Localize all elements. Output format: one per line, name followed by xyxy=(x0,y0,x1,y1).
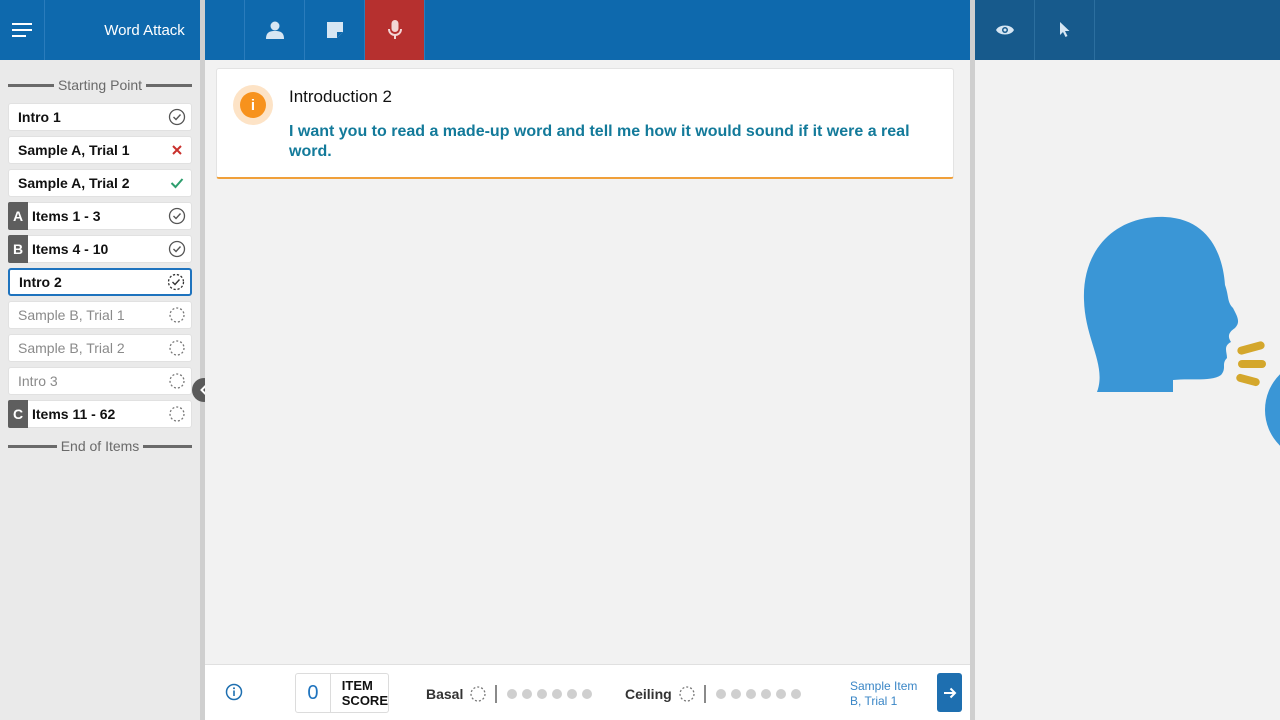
sidebar-item-label: Intro 1 xyxy=(18,109,61,125)
sidebar-item-items-1-3[interactable]: A Items 1 - 3 xyxy=(8,202,192,230)
info-circle-icon xyxy=(225,683,243,701)
instruction-title: Introduction 2 xyxy=(289,87,393,106)
note-icon xyxy=(326,22,343,38)
sidebar-item-label: Items 1 - 3 xyxy=(32,208,101,224)
block-badge: C xyxy=(8,400,28,428)
notes-button[interactable] xyxy=(305,0,365,60)
pending-circle-icon xyxy=(169,373,185,389)
sidebar-item-intro-3[interactable]: Intro 3 xyxy=(8,367,192,395)
record-button[interactable] xyxy=(365,0,425,60)
person-icon xyxy=(265,21,284,39)
hamburger-icon xyxy=(12,23,32,37)
basal-indicator: Basal xyxy=(426,685,593,703)
microphone-icon xyxy=(387,20,402,39)
examinee-view xyxy=(975,60,1280,720)
next-item-label-line: Sample Item xyxy=(850,679,918,693)
cursor-icon xyxy=(1059,22,1069,37)
ceiling-dots xyxy=(715,689,801,699)
sidebar-item-sample-a-trial-1[interactable]: Sample A, Trial 1 xyxy=(8,136,192,164)
instruction-text: I want you to read a made-up word and te… xyxy=(289,123,910,160)
in-progress-check-icon xyxy=(167,273,185,291)
ceiling-indicator: Ceiling xyxy=(625,685,801,703)
sidebar-item-label: Intro 2 xyxy=(19,274,62,290)
info-icon: i xyxy=(233,85,273,125)
checkmark-icon xyxy=(170,178,184,189)
sidebar-item-sample-a-trial-2[interactable]: Sample A, Trial 2 xyxy=(8,169,192,197)
item-score-label: SCORE xyxy=(341,693,388,708)
block-badge: A xyxy=(8,202,28,230)
sidebar-item-sample-b-trial-2[interactable]: Sample B, Trial 2 xyxy=(8,334,192,362)
item-score-label: ITEM xyxy=(341,678,373,693)
sidebar-item-label: Sample B, Trial 1 xyxy=(18,307,125,323)
basal-status-icon xyxy=(470,686,487,702)
sidebar-item-sample-b-trial-1[interactable]: Sample B, Trial 1 xyxy=(8,301,192,329)
item-score-box[interactable]: 0 ITEM SCORE xyxy=(295,673,389,713)
sidebar-item-label: Items 4 - 10 xyxy=(32,241,109,257)
sidebar-item-label: Items 11 - 62 xyxy=(32,406,116,422)
info-button[interactable] xyxy=(225,683,243,706)
top-bar: Word Attack xyxy=(0,0,1280,60)
starting-point-label: Starting Point xyxy=(57,77,143,93)
arrow-right-icon xyxy=(943,687,956,698)
block-badge: B xyxy=(8,235,28,263)
sidebar-item-label: Sample A, Trial 2 xyxy=(18,175,130,191)
check-circle-icon xyxy=(168,108,186,126)
x-mark-icon xyxy=(172,145,182,155)
next-item-label-line: B, Trial 1 xyxy=(850,694,898,708)
app-title: Word Attack xyxy=(45,0,245,60)
next-item-label: Sample Item B, Trial 1 xyxy=(850,679,917,709)
eye-icon xyxy=(995,25,1014,35)
sidebar-item-items-4-10[interactable]: B Items 4 - 10 xyxy=(8,235,192,263)
end-of-items-label: End of Items xyxy=(60,438,140,454)
sidebar-item-label: Sample B, Trial 2 xyxy=(18,340,125,356)
sidebar-item-items-11-62[interactable]: C Items 11 - 62 xyxy=(8,400,192,428)
pending-circle-icon xyxy=(169,406,185,422)
check-circle-icon xyxy=(168,207,186,225)
sidebar-item-intro-1[interactable]: Intro 1 xyxy=(8,103,192,131)
item-sidebar: Starting Point Intro 1 Sample A, Trial 1… xyxy=(0,60,200,720)
check-circle-icon xyxy=(168,240,186,258)
ceiling-label: Ceiling xyxy=(625,686,672,702)
menu-button[interactable] xyxy=(0,0,45,60)
pending-circle-icon xyxy=(169,340,185,356)
view-button[interactable] xyxy=(975,0,1035,60)
sidebar-item-label: Sample A, Trial 1 xyxy=(18,142,130,158)
basal-dots xyxy=(507,689,593,699)
basal-label: Basal xyxy=(426,686,464,702)
speaking-head-illustration xyxy=(1083,216,1280,446)
instruction-card: i Introduction 2 I want you to read a ma… xyxy=(216,68,954,179)
scoring-footer: 0 ITEM SCORE Basal Ceiling Sample Item B… xyxy=(205,664,970,720)
sidebar-item-intro-2[interactable]: Intro 2 xyxy=(8,268,192,296)
next-button[interactable] xyxy=(937,673,962,712)
pointer-button[interactable] xyxy=(1035,0,1095,60)
observer-toolbar xyxy=(975,0,1280,60)
main-content: i Introduction 2 I want you to read a ma… xyxy=(205,60,970,664)
end-of-items-divider: End of Items xyxy=(8,437,192,455)
examinee-button[interactable] xyxy=(245,0,305,60)
sidebar-item-label: Intro 3 xyxy=(18,373,58,389)
starting-point-divider: Starting Point xyxy=(8,76,192,94)
item-score-value: 0 xyxy=(296,674,331,712)
ceiling-status-icon xyxy=(679,686,695,702)
pending-circle-icon xyxy=(169,307,185,323)
